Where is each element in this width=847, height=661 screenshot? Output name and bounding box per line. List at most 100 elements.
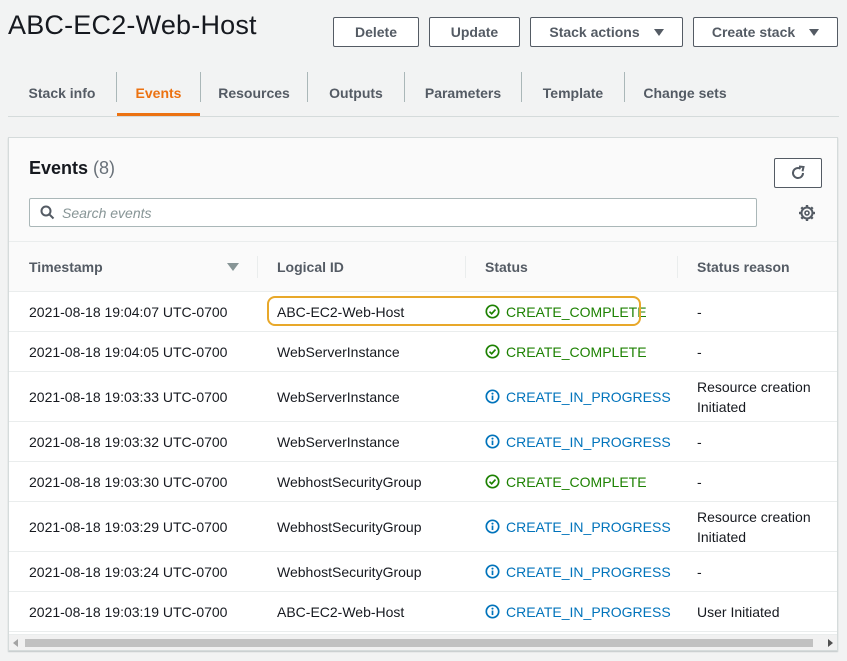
status-reason-cell: - bbox=[697, 422, 837, 461]
gear-icon[interactable] bbox=[798, 204, 816, 222]
stack-tabs: Stack info Events Resources Outputs Para… bbox=[8, 70, 839, 116]
column-header-logical-id[interactable]: Logical ID bbox=[277, 242, 344, 292]
status-reason-line: User Initiated bbox=[697, 603, 780, 620]
table-row[interactable]: 2021-08-18 19:03:33 UTC-0700 WebServerIns… bbox=[9, 372, 837, 422]
check-circle-icon bbox=[485, 474, 500, 489]
status-text: CREATE_COMPLETE bbox=[506, 303, 647, 320]
timestamp-cell: 2021-08-18 19:03:33 UTC-0700 bbox=[29, 388, 228, 405]
tab-events[interactable]: Events bbox=[117, 70, 200, 116]
logical-id-cell: WebServerInstance bbox=[277, 433, 400, 450]
tab-resources[interactable]: Resources bbox=[201, 70, 307, 116]
status-text: CREATE_IN_PROGRESS bbox=[506, 388, 671, 405]
status-text: CREATE_IN_PROGRESS bbox=[506, 603, 671, 620]
caret-down-icon bbox=[653, 28, 664, 36]
info-circle-icon bbox=[485, 604, 500, 619]
column-divider bbox=[465, 256, 466, 278]
search-events-input[interactable] bbox=[62, 199, 742, 226]
status-reason-line: - bbox=[697, 473, 702, 490]
events-panel-header: Events (8) bbox=[9, 138, 837, 242]
stack-actions-button[interactable]: Stack actions bbox=[530, 17, 683, 47]
timestamp-cell: 2021-08-18 19:03:30 UTC-0700 bbox=[29, 473, 228, 490]
table-row[interactable]: 2021-08-18 19:03:24 UTC-0700 WebhostSecur… bbox=[9, 552, 837, 592]
status-reason-line: - bbox=[697, 433, 702, 450]
caret-down-icon bbox=[809, 28, 820, 36]
table-row[interactable]: 2021-08-18 19:03:32 UTC-0700 WebServerIns… bbox=[9, 422, 837, 462]
refresh-icon bbox=[792, 165, 805, 179]
status-cell: CREATE_IN_PROGRESS bbox=[485, 592, 671, 631]
timestamp-cell: 2021-08-18 19:04:07 UTC-0700 bbox=[29, 303, 228, 320]
table-row[interactable]: 2021-08-18 19:04:05 UTC-0700 WebServerIns… bbox=[9, 332, 837, 372]
tab-change-sets[interactable]: Change sets bbox=[625, 70, 745, 116]
horizontal-scrollbar[interactable] bbox=[9, 634, 837, 650]
logical-id-cell: ABC-EC2-Web-Host bbox=[277, 603, 405, 620]
update-button-label: Update bbox=[450, 24, 499, 40]
logical-id-cell: WebhostSecurityGroup bbox=[277, 563, 422, 580]
status-text: CREATE_COMPLETE bbox=[506, 473, 647, 490]
table-row[interactable]: 2021-08-18 19:03:30 UTC-0700 WebhostSecur… bbox=[9, 462, 837, 502]
logical-id-cell: WebServerInstance bbox=[277, 343, 400, 360]
status-reason-line: - bbox=[697, 303, 702, 320]
check-circle-icon bbox=[485, 304, 500, 319]
update-button[interactable]: Update bbox=[429, 17, 520, 47]
events-table-header: Timestamp Logical ID Status Status reaso… bbox=[9, 242, 837, 292]
tabs-divider bbox=[8, 116, 839, 117]
logical-id-cell: WebhostSecurityGroup bbox=[277, 518, 422, 535]
table-row[interactable]: 2021-08-18 19:03:29 UTC-0700 WebhostSecur… bbox=[9, 502, 837, 552]
create-stack-button[interactable]: Create stack bbox=[693, 17, 838, 47]
column-divider bbox=[677, 256, 678, 278]
status-reason-line: Resource creation bbox=[697, 508, 811, 525]
status-reason-line: - bbox=[697, 563, 702, 580]
delete-button[interactable]: Delete bbox=[333, 17, 419, 47]
events-panel: Events (8) Search events Timestamp Logic… bbox=[8, 137, 838, 651]
events-heading: Events (8) bbox=[29, 158, 115, 179]
tab-outputs[interactable]: Outputs bbox=[308, 70, 404, 116]
status-reason-line: Resource creation bbox=[697, 378, 811, 395]
status-cell: CREATE_IN_PROGRESS bbox=[485, 372, 671, 421]
column-header-status[interactable]: Status bbox=[485, 242, 528, 292]
sort-caret-icon[interactable] bbox=[227, 263, 239, 271]
column-header-timestamp[interactable]: Timestamp bbox=[29, 242, 103, 292]
table-row[interactable]: 2021-08-18 19:03:19 UTC-0700 ABC-EC2-Web-… bbox=[9, 592, 837, 632]
events-title: Events bbox=[29, 158, 89, 178]
status-cell: CREATE_IN_PROGRESS bbox=[485, 552, 671, 591]
status-cell: CREATE_COMPLETE bbox=[485, 292, 647, 331]
timestamp-cell: 2021-08-18 19:03:29 UTC-0700 bbox=[29, 518, 228, 535]
column-header-status-reason[interactable]: Status reason bbox=[697, 242, 790, 292]
tab-template[interactable]: Template bbox=[522, 70, 624, 116]
scroll-left-icon[interactable] bbox=[13, 639, 18, 647]
scroll-right-icon[interactable] bbox=[828, 639, 833, 647]
status-text: CREATE_IN_PROGRESS bbox=[506, 518, 671, 535]
status-reason-cell: - bbox=[697, 292, 837, 331]
refresh-button[interactable] bbox=[774, 158, 822, 188]
status-reason-line: Initiated bbox=[697, 398, 747, 415]
status-reason-cell: User Initiated bbox=[697, 592, 837, 631]
timestamp-cell: 2021-08-18 19:03:24 UTC-0700 bbox=[29, 563, 228, 580]
check-circle-icon bbox=[485, 344, 500, 359]
page-title: ABC-EC2-Web-Host bbox=[8, 10, 257, 40]
status-reason-cell: - bbox=[697, 462, 837, 501]
info-circle-icon bbox=[485, 389, 500, 404]
status-cell: CREATE_COMPLETE bbox=[485, 462, 647, 501]
table-row[interactable]: 2021-08-18 19:04:07 UTC-0700 ABC-EC2-Web-… bbox=[9, 292, 837, 332]
logical-id-cell: WebhostSecurityGroup bbox=[277, 473, 422, 490]
status-reason-cell: - bbox=[697, 332, 837, 371]
logical-id-cell: ABC-EC2-Web-Host bbox=[277, 303, 405, 320]
cloudformation-stack-page: ABC-EC2-Web-Host Delete Update Stack act… bbox=[0, 0, 847, 661]
search-events-field bbox=[29, 198, 757, 227]
tab-stack-info[interactable]: Stack info bbox=[8, 70, 116, 116]
status-reason-cell: - bbox=[697, 552, 837, 591]
info-circle-icon bbox=[485, 564, 500, 579]
tab-parameters[interactable]: Parameters bbox=[405, 70, 521, 116]
timestamp-cell: 2021-08-18 19:04:05 UTC-0700 bbox=[29, 343, 228, 360]
status-cell: CREATE_IN_PROGRESS bbox=[485, 422, 671, 461]
column-divider bbox=[257, 256, 258, 278]
status-cell: CREATE_COMPLETE bbox=[485, 332, 647, 371]
info-circle-icon bbox=[485, 434, 500, 449]
create-stack-label: Create stack bbox=[711, 24, 796, 40]
status-text: CREATE_IN_PROGRESS bbox=[506, 563, 671, 580]
scrollbar-thumb[interactable] bbox=[25, 639, 813, 647]
delete-button-label: Delete bbox=[354, 24, 398, 40]
timestamp-cell: 2021-08-18 19:03:32 UTC-0700 bbox=[29, 433, 228, 450]
timestamp-cell: 2021-08-18 19:03:19 UTC-0700 bbox=[29, 603, 228, 620]
status-text: CREATE_IN_PROGRESS bbox=[506, 433, 671, 450]
